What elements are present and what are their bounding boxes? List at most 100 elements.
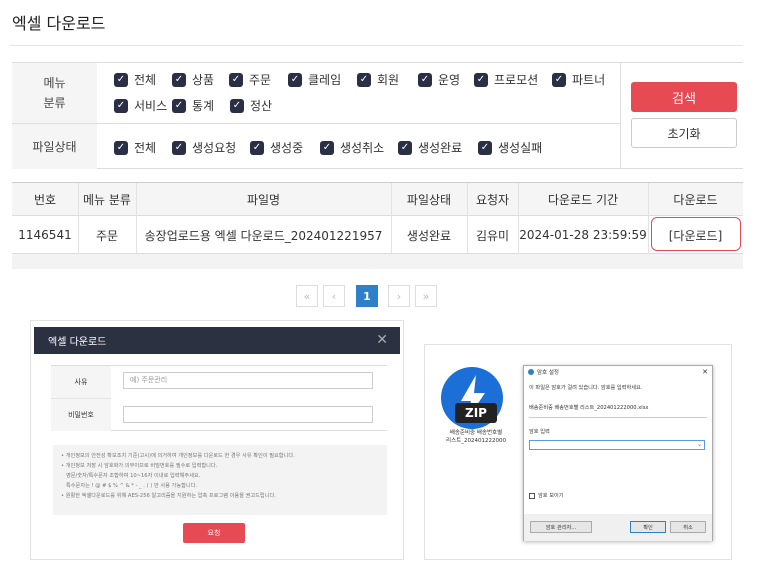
menu-checkbox-4[interactable]: ✓ 회원 <box>357 71 399 88</box>
status-checkbox-5[interactable]: ✓ 생성실패 <box>478 139 542 156</box>
search-button[interactable]: 검색 <box>631 82 737 112</box>
ok-button[interactable]: 확인 <box>630 521 666 533</box>
check-icon[interactable]: ✓ <box>357 72 371 87</box>
reason-input[interactable]: 예) 주문관리 <box>123 372 373 389</box>
table-cell: 송장업로드용 엑셀 다운로드_202401221957 <box>144 228 383 243</box>
menu-checkbox-7[interactable]: ✓ 파트너 <box>552 71 605 88</box>
table-cell: 생성완료 <box>406 228 452 243</box>
status-checkbox-0[interactable]: ✓ 전체 <box>114 139 156 156</box>
checkbox-icon[interactable] <box>529 492 535 499</box>
status-checkbox-4[interactable]: ✓ 생성완료 <box>398 139 462 156</box>
menu-checkbox-10[interactable]: ✓ 정산 <box>230 97 272 114</box>
menu-checkbox-5[interactable]: ✓ 운영 <box>418 71 460 88</box>
divider <box>529 417 707 418</box>
table-header: 번호 메뉴 분류 파일명 파일상태 요청자 다운로드 기간 다운로드 <box>12 183 743 216</box>
notice-line: 특수문자는 ! @ # $ % ^ & * - _ . ( ) 만 사용 가능합… <box>66 483 198 489</box>
menu-option-label: 서비스 <box>134 99 168 113</box>
check-icon[interactable]: ✓ <box>172 140 186 155</box>
check-icon[interactable]: ✓ <box>418 72 432 87</box>
request-button[interactable]: 요청 <box>183 523 245 543</box>
check-icon[interactable]: ✓ <box>288 72 302 87</box>
close-icon[interactable]: ✕ <box>376 332 388 348</box>
password-manager-button[interactable]: 암호 관리자... <box>530 521 592 533</box>
column-divider <box>391 183 392 216</box>
menu-option-label: 파트너 <box>572 73 606 87</box>
menu-checkbox-8[interactable]: ✓ 서비스 <box>114 97 167 114</box>
check-icon[interactable]: ✓ <box>250 140 264 155</box>
column-header: 메뉴 분류 <box>83 193 131 207</box>
reset-button[interactable]: 초기화 <box>631 118 737 148</box>
dialog-titlebar: 암호 설정 ✕ <box>524 366 712 378</box>
check-icon[interactable]: ✓ <box>172 98 186 113</box>
column-divider <box>391 216 392 254</box>
notice-line: • 원활한 엑셀다운로드를 위해 AES-256 알고리즘을 지원하는 압축 프… <box>61 493 276 499</box>
check-icon[interactable]: ✓ <box>474 72 488 87</box>
column-divider <box>78 183 79 216</box>
column-divider <box>518 216 519 254</box>
notice-line: • 개인정보의 안전성 확보조치 기준(고시)에 의거하여 개인정보를 다운로드… <box>61 453 295 459</box>
menu-checkbox-9[interactable]: ✓ 통계 <box>172 97 214 114</box>
filter-panel: 메뉴 분류 ✓ 전체 ✓ 상품 ✓ 주문 ✓ 클레임 ✓ 회원 ✓ 운영 ✓ 프로모션 ✓ 파트너 ✓ 서비스 ✓ 통… <box>12 62 743 169</box>
last-page-button[interactable]: » <box>415 285 437 307</box>
check-icon[interactable]: ✓ <box>398 140 412 155</box>
table-scrollbar[interactable] <box>12 254 743 269</box>
column-header: 파일상태 <box>406 193 452 207</box>
cancel-button[interactable]: 취소 <box>670 521 706 533</box>
next-page-button[interactable]: › <box>388 285 410 307</box>
menu-checkbox-0[interactable]: ✓ 전체 <box>114 71 156 88</box>
app-icon <box>528 369 534 375</box>
notice-line: 영문/숫자/특수문자 조합하여 10~16자 이내로 입력해주세요. <box>66 473 201 479</box>
check-icon[interactable]: ✓ <box>114 140 128 155</box>
menu-option-label: 주문 <box>249 73 272 87</box>
menu-option-label: 정산 <box>250 99 273 113</box>
password-prompt: 암호 입력 <box>529 429 550 435</box>
zip-file-name[interactable]: 배송준비중 배송번호별 리스트_202401222000 <box>433 429 519 445</box>
status-checkbox-2[interactable]: ✓ 생성중 <box>250 139 303 156</box>
check-icon[interactable]: ✓ <box>230 98 244 113</box>
check-icon[interactable]: ✓ <box>114 98 128 113</box>
first-page-button[interactable]: « <box>296 285 318 307</box>
check-icon[interactable]: ✓ <box>114 72 128 87</box>
menu-checkbox-2[interactable]: ✓ 주문 <box>229 71 271 88</box>
column-divider <box>648 183 649 216</box>
menu-checkbox-3[interactable]: ✓ 클레임 <box>288 71 341 88</box>
check-icon[interactable]: ✓ <box>478 140 492 155</box>
modal-form: 사유 예) 주문관리 비밀번호 <box>51 365 387 431</box>
column-header: 파일명 <box>246 193 281 207</box>
show-password-checkbox[interactable]: 암호 보이기 <box>529 492 564 499</box>
prev-page-button[interactable]: ‹ <box>323 285 345 307</box>
page-title: 엑셀 다운로드 <box>12 14 106 33</box>
status-checkbox-1[interactable]: ✓ 생성요청 <box>172 139 236 156</box>
column-header: 다운로드 기간 <box>547 193 619 207</box>
notice-box: • 개인정보의 안전성 확보조치 기준(고시)에 의거하여 개인정보를 다운로드… <box>53 445 387 515</box>
check-icon[interactable]: ✓ <box>172 72 186 87</box>
check-icon[interactable]: ✓ <box>320 140 334 155</box>
check-icon[interactable]: ✓ <box>229 72 243 87</box>
close-icon[interactable]: ✕ <box>702 368 708 376</box>
password-combo[interactable]: ⌄ <box>529 440 705 450</box>
status-option-label: 생성실패 <box>498 141 543 155</box>
modal-title: 엑셀 다운로드 <box>48 337 107 348</box>
column-divider <box>467 216 468 254</box>
column-divider <box>78 216 79 254</box>
page-1-button[interactable]: 1 <box>356 285 378 307</box>
modal-screenshot: 엑셀 다운로드 ✕ 사유 예) 주문관리 비밀번호 • 개인정보의 안전성 확보… <box>30 320 404 560</box>
password-input[interactable] <box>123 406 373 423</box>
column-header: 요청자 <box>475 193 510 207</box>
menu-checkbox-6[interactable]: ✓ 프로모션 <box>474 71 538 88</box>
check-icon[interactable]: ✓ <box>552 72 566 87</box>
menu-option-label: 회원 <box>377 73 400 87</box>
download-table: 번호 메뉴 분류 파일명 파일상태 요청자 다운로드 기간 다운로드 1146541 주문 송장… <box>12 182 743 269</box>
chevron-down-icon[interactable]: ⌄ <box>697 441 702 448</box>
filter-row-menu: 메뉴 분류 ✓ 전체 ✓ 상품 ✓ 주문 ✓ 클레임 ✓ 회원 ✓ 운영 ✓ 프로모션 ✓ 파트너 ✓ 서비스 ✓ 통… <box>12 63 620 124</box>
table-cell: 김유미 <box>475 228 510 243</box>
column-header: 다운로드 <box>673 193 718 207</box>
table-cell: 2024-01-28 23:59:59 <box>519 228 647 242</box>
dialog-file: 배송준비중 배송번호별 리스트_202401222000.xlsx <box>529 405 649 411</box>
menu-option-label: 프로모션 <box>494 73 539 87</box>
status-checkbox-3[interactable]: ✓ 생성취소 <box>320 139 384 156</box>
column-header: 번호 <box>33 193 57 207</box>
column-divider <box>136 216 137 254</box>
menu-option-label: 클레임 <box>308 73 342 87</box>
menu-checkbox-1[interactable]: ✓ 상품 <box>172 71 214 88</box>
